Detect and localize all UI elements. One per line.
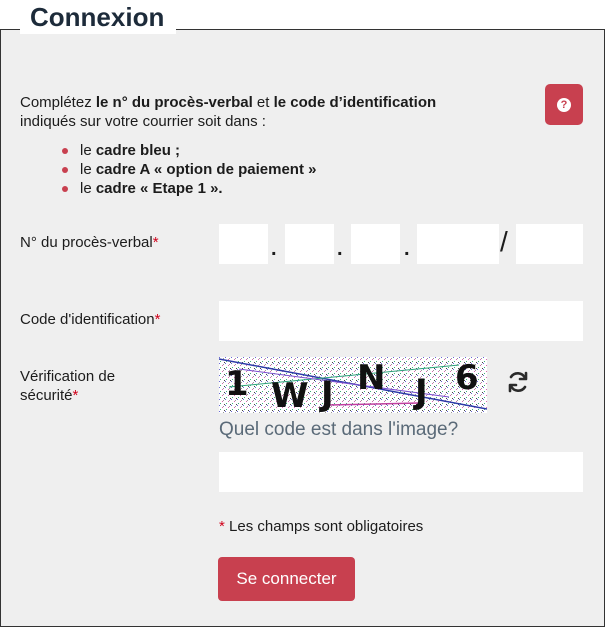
captcha-char: 6 (455, 358, 479, 398)
bullet-icon (62, 167, 68, 173)
security-label: Vérification de sécurité* (20, 367, 115, 405)
list-item-prefix: le (80, 142, 96, 159)
list-item: le cadre « Etape 1 ». (62, 179, 316, 198)
pv-separator: . (271, 238, 277, 260)
pv-label-text: N° du procès-verbal (20, 234, 153, 251)
required-mark: * (152, 234, 159, 251)
intro-part: indiqués sur votre courrier soit dans : (20, 113, 266, 130)
refresh-icon[interactable] (505, 369, 531, 395)
security-label-line1: Vérification de (20, 368, 116, 385)
list-item: le cadre A « option de paiement » (62, 160, 316, 179)
captcha-question: Quel code est dans l'image? (219, 419, 459, 440)
required-mark: * (72, 387, 79, 404)
list-item-prefix: le (80, 180, 96, 197)
bullet-icon (62, 186, 68, 192)
list-item-bold: cadre bleu ; (95, 142, 181, 159)
list-item: le cadre bleu ; (62, 141, 316, 160)
pv-separator: . (337, 238, 343, 260)
question-circle-icon: ? (557, 97, 571, 112)
form-title: Connexion (20, 0, 177, 34)
pv-label: N° du procès-verbal* (20, 233, 159, 252)
required-mark: * (154, 311, 161, 328)
help-button[interactable]: ? (545, 84, 583, 125)
location-list: le cadre bleu ; le cadre A « option de p… (62, 141, 316, 198)
captcha-char: W (271, 376, 309, 413)
pv-field-2[interactable] (285, 224, 334, 264)
pv-field-1[interactable] (219, 224, 268, 264)
list-item-prefix: le (80, 161, 96, 178)
intro-bold-code: le code d’identification (273, 94, 437, 111)
captcha-input[interactable] (219, 452, 583, 492)
captcha-char: N (357, 358, 385, 398)
pv-separator: / (500, 226, 508, 257)
code-label: Code d'identification* (20, 310, 160, 329)
submit-button[interactable]: Se connecter (218, 557, 355, 601)
intro-part: Complétez (20, 94, 96, 111)
intro-text: Complétez le n° du procès-verbal et le c… (20, 93, 490, 131)
mandatory-note: * Les champs sont obligatoires (219, 518, 423, 535)
captcha-char: 1 (225, 364, 249, 404)
code-label-text: Code d'identification (20, 311, 155, 328)
code-identification-input[interactable] (219, 301, 583, 341)
security-label-line2: sécurité (20, 387, 73, 404)
list-item-bold: cadre A « option de paiement » (95, 161, 317, 178)
captcha-image: 1 W J N J 6 (219, 357, 487, 413)
intro-bold-pv: le n° du procès-verbal (95, 94, 253, 111)
pv-field-5[interactable] (516, 224, 583, 264)
mandatory-note-text: Les champs sont obligatoires (224, 518, 424, 535)
intro-part: et (252, 94, 274, 111)
bullet-icon (62, 148, 68, 154)
pv-separator: . (404, 238, 410, 260)
pv-field-4[interactable] (417, 224, 499, 264)
captcha-char: J (413, 372, 428, 412)
pv-field-3[interactable] (351, 224, 400, 264)
list-item-bold: cadre « Etape 1 ». (95, 180, 223, 197)
captcha-char: J (319, 374, 334, 413)
